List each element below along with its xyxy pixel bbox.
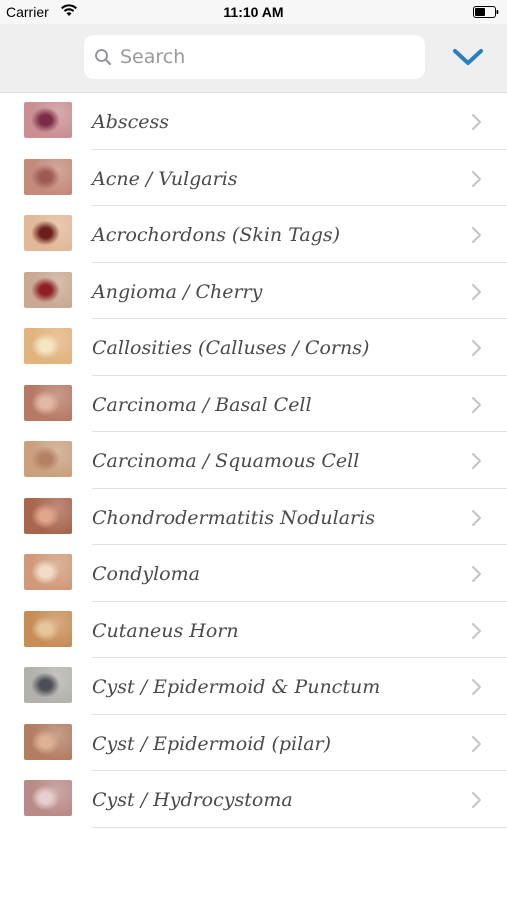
condition-thumbnail: [24, 271, 72, 308]
condition-thumbnail: [24, 610, 72, 647]
condition-label: Condyloma: [92, 563, 200, 585]
search-input[interactable]: [120, 46, 410, 68]
chevron-right-icon: [472, 170, 481, 187]
row-divider: [92, 826, 507, 828]
list-item[interactable]: Cutaneus Horn: [0, 602, 507, 658]
chevron-right-icon: [472, 340, 481, 356]
chevron-right-icon: [472, 679, 481, 695]
condition-label: Abscess: [92, 111, 170, 133]
chevron-right-icon: [472, 566, 481, 582]
list-item[interactable]: Condyloma: [0, 545, 507, 602]
condition-thumbnail: [24, 328, 72, 364]
condition-label: Acne / Vulgaris: [92, 167, 238, 190]
chevron-right-icon: [472, 792, 481, 808]
chevron-right-icon: [472, 283, 481, 300]
condition-thumbnail: [24, 384, 72, 421]
condition-label: Cyst / Epidermoid & Punctum: [92, 676, 381, 698]
search-header: [0, 24, 507, 93]
chevron-right-icon: [472, 453, 481, 469]
battery-icon: [473, 6, 499, 18]
condition-label: Acrochordons (Skin Tags): [92, 224, 341, 246]
condition-thumbnail: [24, 497, 72, 534]
condition-thumbnail: [24, 723, 72, 760]
list-item[interactable]: Abscess: [0, 93, 507, 150]
collapse-button[interactable]: [448, 42, 488, 72]
condition-label: Cutaneus Horn: [92, 619, 239, 642]
condition-label: Cyst / Epidermoid (pilar): [92, 732, 332, 755]
list-item[interactable]: Cyst / Epidermoid & Punctum: [0, 658, 507, 715]
status-bar: Carrier 11:10 AM: [0, 0, 507, 24]
condition-label: Cyst / Hydrocystoma: [92, 789, 293, 811]
condition-thumbnail: [24, 441, 72, 477]
condition-list: Abscess Acne / Vulgaris Acrochordons (Skin…: [0, 93, 507, 828]
condition-thumbnail: [24, 667, 72, 703]
condition-label: Callosities (Calluses / Corns): [92, 337, 370, 359]
search-icon: [95, 49, 111, 65]
status-time: 11:10 AM: [223, 4, 284, 20]
condition-label: Chondrodermatitis Nodularis: [92, 506, 375, 529]
list-item[interactable]: Cyst / Epidermoid (pilar): [0, 715, 507, 771]
chevron-right-icon: [472, 114, 481, 130]
condition-thumbnail: [24, 158, 72, 195]
list-item[interactable]: Chondrodermatitis Nodularis: [0, 489, 507, 545]
list-item[interactable]: Carcinoma / Squamous Cell: [0, 432, 507, 489]
list-item[interactable]: Callosities (Calluses / Corns): [0, 319, 507, 376]
chevron-down-icon: [453, 49, 483, 65]
list-item[interactable]: Acrochordons (Skin Tags): [0, 206, 507, 263]
condition-label: Carcinoma / Squamous Cell: [92, 450, 360, 472]
list-item[interactable]: Carcinoma / Basal Cell: [0, 376, 507, 432]
chevron-right-icon: [472, 622, 481, 639]
condition-thumbnail: [24, 554, 72, 590]
condition-thumbnail: [24, 780, 72, 816]
condition-thumbnail: [24, 215, 72, 251]
condition-thumbnail: [24, 102, 72, 138]
chevron-right-icon: [472, 396, 481, 413]
chevron-right-icon: [472, 509, 481, 526]
chevron-right-icon: [472, 735, 481, 752]
list-item[interactable]: Cyst / Hydrocystoma: [0, 771, 507, 828]
chevron-right-icon: [472, 227, 481, 243]
list-item[interactable]: Acne / Vulgaris: [0, 150, 507, 206]
condition-label: Angioma / Cherry: [92, 280, 263, 303]
condition-label: Carcinoma / Basal Cell: [92, 393, 312, 416]
search-bar[interactable]: [84, 35, 425, 79]
list-item[interactable]: Angioma / Cherry: [0, 263, 507, 319]
